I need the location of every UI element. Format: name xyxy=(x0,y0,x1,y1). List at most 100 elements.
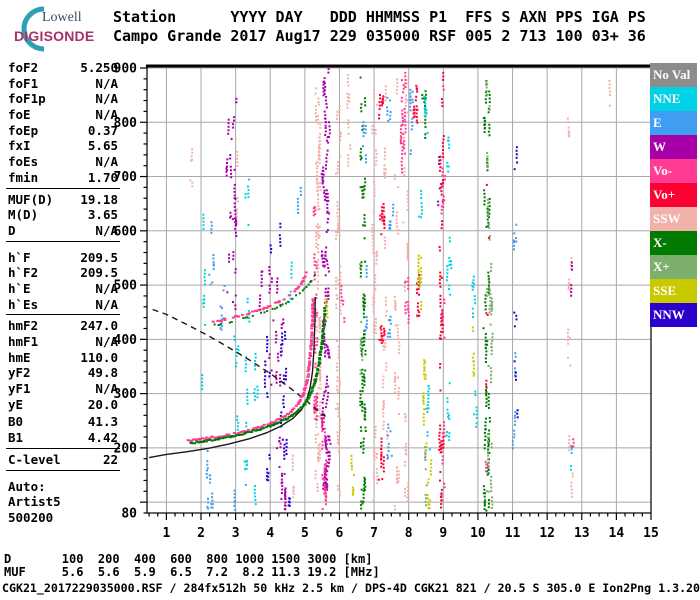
param-row-fof2: foF2 5.250 xyxy=(8,60,118,76)
param-row-hmf2: hmF2 247.0 xyxy=(8,318,118,334)
svg-text:7: 7 xyxy=(370,526,378,541)
legend-item-vo: Vo+ xyxy=(650,183,697,207)
param-value: N/A xyxy=(95,334,118,349)
param-row-d: D N/A xyxy=(8,223,118,239)
param-label: yF2 xyxy=(8,365,31,381)
legend-item-x: X+ xyxy=(650,255,697,279)
param-label: hmF2 xyxy=(8,318,39,334)
param-label: foF2 xyxy=(8,60,39,75)
legend-item-nne: NNE xyxy=(650,87,697,111)
svg-text:13: 13 xyxy=(574,526,590,541)
param-row-he: h`E N/A xyxy=(8,281,118,297)
param-label: h`Es xyxy=(8,296,39,312)
param-label: 500200 xyxy=(8,509,54,525)
param-value: N/A xyxy=(95,154,118,170)
svg-text:11: 11 xyxy=(505,526,521,541)
param-row-fof1p: foF1p N/A xyxy=(8,91,118,107)
param-row-b1: B1 4.42 xyxy=(8,430,118,446)
param-row-hes: h`Es N/A xyxy=(8,297,118,313)
param-value: 20.0 xyxy=(87,396,118,412)
param-value: 19.18 xyxy=(80,191,118,207)
header-column-labels: Station YYYY DAY DDD HHMMSS P1 FFS S AXN… xyxy=(113,8,646,26)
measurement-header: Station YYYY DAY DDD HHMMSS P1 FFS S AXN… xyxy=(113,8,646,46)
param-row-yf2: yF2 49.8 xyxy=(8,365,118,381)
param-label: Auto: xyxy=(8,478,46,494)
param-value: 247.0 xyxy=(80,318,118,334)
param-row-fof1: foF1 N/A xyxy=(8,76,118,92)
parameter-group: foF2 5.250 foF1 N/A foF1p N/A foE N/A foEp 0.37 fx… xyxy=(6,60,120,189)
svg-text:8: 8 xyxy=(405,526,413,541)
param-label: MUF(D) xyxy=(8,191,54,207)
param-row-fxi: fxI 5.65 xyxy=(8,138,118,154)
param-label: h`F xyxy=(8,249,31,265)
legend-item-sse: SSE xyxy=(650,279,697,303)
param-value: N/A xyxy=(95,91,118,107)
svg-text:4: 4 xyxy=(266,526,274,541)
svg-text:3: 3 xyxy=(232,526,240,541)
svg-text:2: 2 xyxy=(197,526,205,541)
param-label: B1 xyxy=(8,430,24,446)
param-label: yF1 xyxy=(8,381,31,397)
legend-item-w: W xyxy=(650,135,697,159)
param-label: M(D) xyxy=(8,207,39,223)
logo-lowell-text: Lowell xyxy=(42,10,82,25)
param-value: 110.0 xyxy=(80,349,118,365)
param-value: 209.5 xyxy=(80,249,118,265)
param-value: 5.65 xyxy=(87,138,118,154)
param-label: foF1 xyxy=(8,75,39,91)
param-value: 5.250 xyxy=(80,60,118,75)
param-label: hmE xyxy=(8,349,31,365)
param-row-hme: hmE 110.0 xyxy=(8,350,118,366)
param-value: N/A xyxy=(95,222,118,238)
param-row-hmf1: hmF1 N/A xyxy=(8,334,118,350)
svg-text:9: 9 xyxy=(439,526,447,541)
param-label: foF1p xyxy=(8,91,46,107)
lowell-digisonde-logo: Lowell DIGISONDE xyxy=(4,4,112,52)
param-row-b0: B0 41.3 xyxy=(8,414,118,430)
param-label: foEp xyxy=(8,122,39,138)
param-row-fmin: fmin 1.70 xyxy=(8,170,118,186)
param-label: h`E xyxy=(8,280,31,296)
param-row-500200: 500200 xyxy=(8,510,118,526)
param-value: 3.65 xyxy=(87,207,118,223)
parameter-group: B0 41.3 B1 4.42 xyxy=(6,414,120,449)
parameter-group: Auto: Artist5 500200 xyxy=(6,479,120,528)
param-label: h`F2 xyxy=(8,265,39,281)
param-label: fxI xyxy=(8,138,31,154)
param-row-yf1: yF1 N/A xyxy=(8,381,118,397)
param-row-hf: h`F 209.5 xyxy=(8,250,118,266)
param-label: fmin xyxy=(8,169,39,185)
logo-digisonde-text: DIGISONDE xyxy=(14,28,95,44)
param-value: 49.8 xyxy=(87,365,118,381)
legend-item-nnw: NNW xyxy=(650,303,697,327)
svg-text:15: 15 xyxy=(643,526,659,541)
parameter-group: hmF2 247.0 hmF1 N/A hmE 110.0 yF2 49.8 yF1 N/A yE 2… xyxy=(6,318,120,414)
param-label: hmF1 xyxy=(8,334,39,349)
legend-item-noval: No Val xyxy=(650,63,697,87)
param-label: D xyxy=(8,222,16,238)
muf-row: MUF 5.6 5.6 5.9 6.5 7.2 8.2 11.3 19.2 [M… xyxy=(4,565,380,579)
echo-direction-legend: No Val NNE E W Vo- Vo+ SSW X- X+ SSE NNW xyxy=(650,63,697,327)
footer-status-line: CGK21_2017229035000.RSF / 284fx512h 50 k… xyxy=(2,581,700,595)
legend-item-ssw: SSW xyxy=(650,207,697,231)
param-value: 22 xyxy=(102,451,118,467)
param-row-clevel: C-level 22 xyxy=(8,452,118,468)
param-row-foes: foEs N/A xyxy=(8,154,118,170)
header-station-values: Campo Grande 2017 Aug17 229 035000 RSF 0… xyxy=(113,27,646,45)
param-value: N/A xyxy=(95,381,118,397)
svg-text:12: 12 xyxy=(539,526,555,541)
param-value: 209.5 xyxy=(80,265,118,281)
svg-text:1: 1 xyxy=(162,526,170,541)
param-row-foe: foE N/A xyxy=(8,107,118,123)
svg-text:80: 80 xyxy=(121,507,137,522)
param-label: foEs xyxy=(8,154,39,170)
param-label: Artist5 xyxy=(8,494,61,510)
param-label: B0 xyxy=(8,414,24,430)
param-row-hf2: h`F2 209.5 xyxy=(8,265,118,281)
parameter-group: C-level 22 xyxy=(6,452,120,471)
param-row-md: M(D) 3.65 xyxy=(8,207,118,223)
svg-text:6: 6 xyxy=(336,526,344,541)
param-value: 0.37 xyxy=(87,122,118,138)
param-label: yE xyxy=(8,396,24,412)
param-value: N/A xyxy=(95,280,118,296)
